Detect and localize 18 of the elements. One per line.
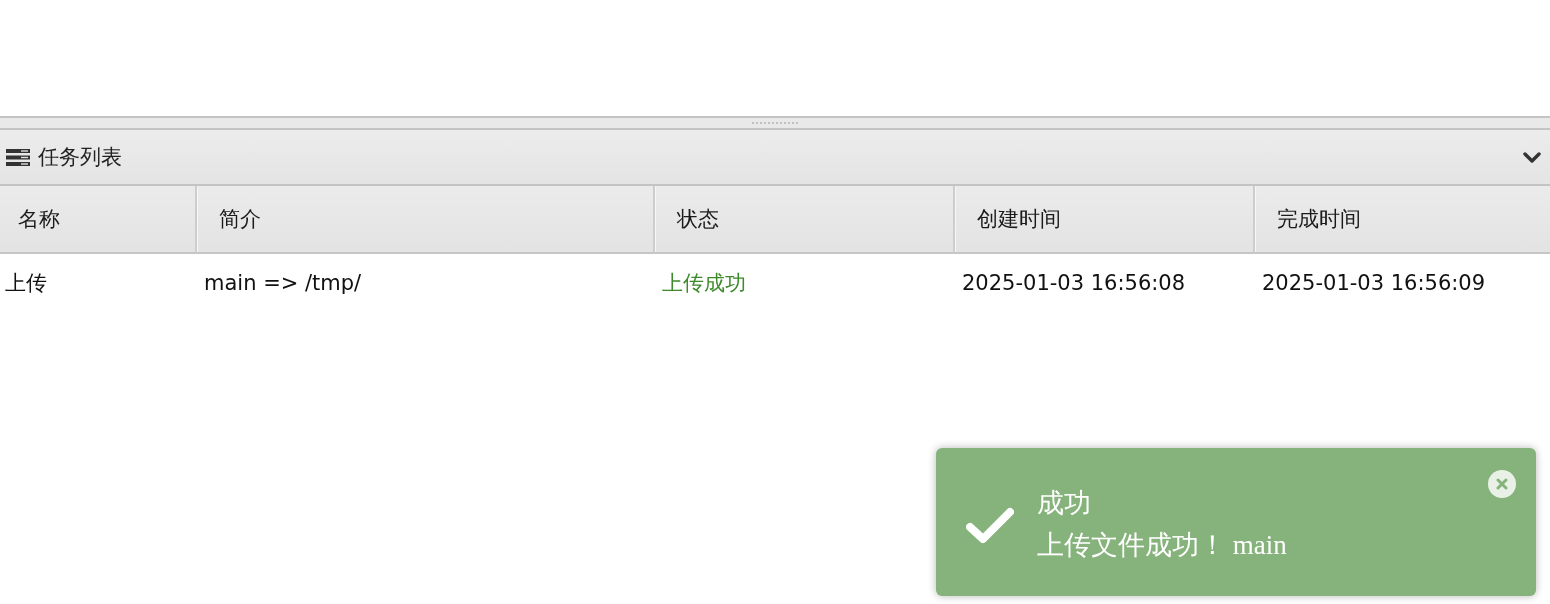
close-icon[interactable]	[1488, 470, 1516, 498]
column-header[interactable]: 完成时间	[1253, 186, 1550, 254]
column-header[interactable]: 创建时间	[953, 186, 1253, 254]
column-header[interactable]: 状态	[653, 186, 953, 254]
chevron-down-icon[interactable]	[1522, 150, 1542, 164]
table-cell-text: 2025-01-03 16:56:09	[1261, 269, 1487, 297]
table-cell-text: main => /tmp/	[203, 269, 363, 297]
check-icon	[966, 506, 1014, 544]
toast-message: 上传文件成功！ main	[1037, 529, 1287, 562]
column-header[interactable]: 名称	[0, 186, 195, 254]
status-cell-text: 上传成功	[661, 269, 747, 297]
panel-title: 任务列表	[38, 144, 123, 171]
splitter-bar[interactable]	[0, 116, 1550, 128]
list-icon	[6, 148, 30, 166]
table-cell-text: 上传	[4, 269, 48, 297]
table-cell-text: 2025-01-03 16:56:08	[961, 269, 1187, 297]
column-header[interactable]: 简介	[195, 186, 653, 254]
toast-title: 成功	[1037, 487, 1092, 520]
